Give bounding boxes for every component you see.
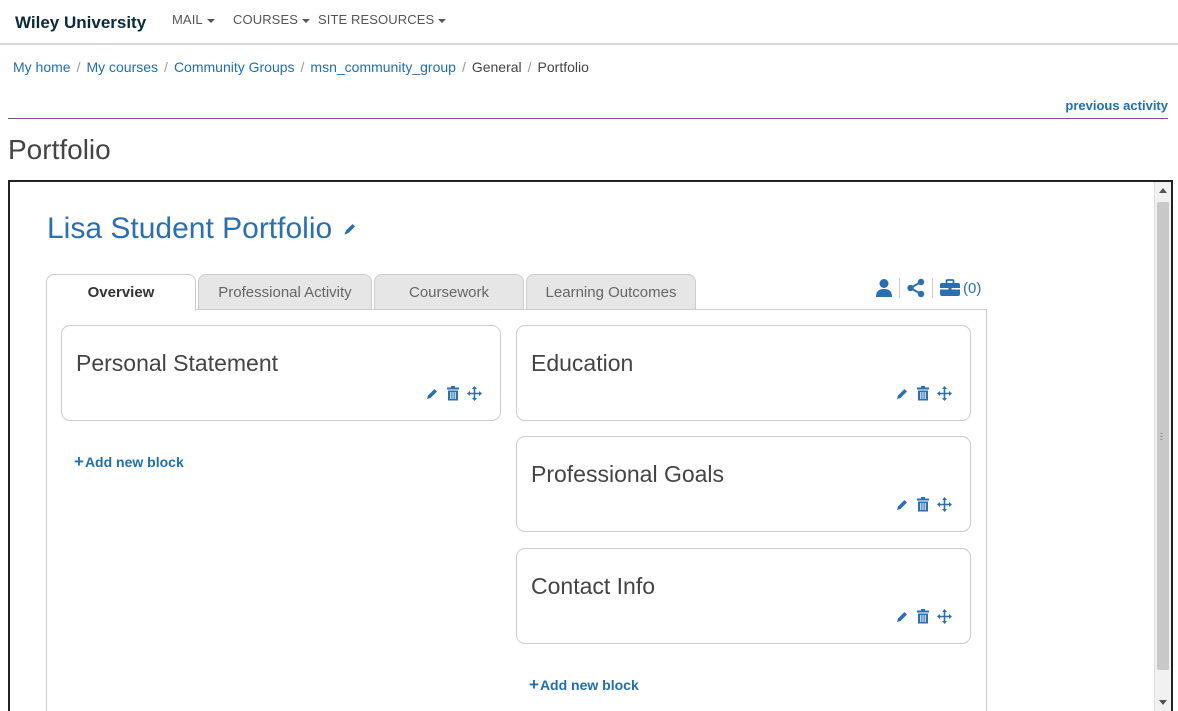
move-icon[interactable] [937, 609, 952, 624]
site-brand[interactable]: Wiley University [15, 13, 146, 33]
move-icon[interactable] [467, 386, 482, 401]
add-new-block-label: Add new block [539, 677, 639, 693]
block-actions [425, 386, 482, 401]
block-title: Contact Info [531, 573, 656, 599]
breadcrumb-separator: / [527, 59, 532, 75]
edit-pencil-icon[interactable] [425, 387, 439, 401]
toolbar-separator [899, 278, 900, 298]
portfolio-frame: Lisa Student Portfolio Overview Professi… [8, 180, 1173, 711]
caret-down-icon [438, 18, 447, 23]
block-actions [895, 386, 952, 401]
breadcrumb-community-groups[interactable]: Community Groups [174, 59, 295, 75]
tab-overview[interactable]: Overview [46, 274, 196, 311]
scroll-up-arrow-icon[interactable] [1159, 188, 1167, 193]
frame-scrollbar[interactable]: --- [1154, 182, 1171, 711]
block-actions [895, 609, 952, 624]
block-education: Education [516, 325, 971, 421]
add-new-block-left[interactable]: +Add new block [74, 452, 184, 472]
site-resources-menu-label: SITE RESOURCES [318, 12, 435, 27]
share-icon[interactable] [906, 278, 926, 298]
tab-learning-outcomes[interactable]: Learning Outcomes [526, 274, 696, 310]
edit-pencil-icon[interactable] [895, 610, 909, 624]
user-icon[interactable] [875, 278, 893, 298]
portfolio-toolbar: (0) [875, 276, 981, 300]
block-actions [895, 497, 952, 512]
toolbar-separator [932, 278, 933, 298]
breadcrumb-separator: / [76, 59, 81, 75]
courses-menu[interactable]: COURSES [233, 12, 310, 27]
trash-icon[interactable] [446, 386, 460, 401]
plus-icon: + [529, 675, 539, 694]
page-title: Portfolio [8, 134, 111, 165]
breadcrumb: My home / My courses / Community Groups / msn_… [13, 59, 589, 75]
plus-icon: + [74, 452, 84, 471]
add-new-block-label: Add new block [84, 454, 184, 470]
breadcrumb-msn-community-group[interactable]: msn_community_group [310, 59, 456, 75]
top-navbar: Wiley University MAIL COURSES SITE RESOU… [0, 0, 1178, 45]
site-resources-menu[interactable]: SITE RESOURCES [318, 12, 447, 27]
add-new-block-right[interactable]: +Add new block [529, 675, 639, 695]
block-personal-statement: Personal Statement [61, 325, 501, 421]
block-contact-info: Contact Info [516, 548, 971, 644]
breadcrumb-portfolio: Portfolio [537, 59, 589, 75]
trash-icon[interactable] [916, 609, 930, 624]
previous-activity-link[interactable]: previous activity [1065, 98, 1168, 113]
breadcrumb-general: General [471, 59, 522, 75]
courses-menu-label: COURSES [233, 12, 298, 27]
trash-icon[interactable] [916, 497, 930, 512]
breadcrumb-my-courses[interactable]: My courses [86, 59, 158, 75]
block-title: Education [531, 350, 634, 376]
scroll-down-arrow-icon[interactable] [1159, 700, 1167, 705]
block-title: Professional Goals [531, 461, 725, 487]
block-title: Personal Statement [76, 350, 279, 376]
block-professional-goals: Professional Goals [516, 436, 971, 532]
breadcrumb-my-home[interactable]: My home [13, 59, 71, 75]
breadcrumb-separator: / [461, 59, 466, 75]
edit-title-pencil-icon[interactable] [343, 222, 357, 236]
scroll-thumb[interactable]: --- [1157, 202, 1169, 670]
overview-panel: Personal Statement +Add new block Educat… [46, 309, 987, 711]
move-icon[interactable] [937, 497, 952, 512]
move-icon[interactable] [937, 386, 952, 401]
tab-coursework[interactable]: Coursework [374, 274, 524, 310]
portfolio-title: Lisa Student Portfolio [47, 212, 333, 245]
tab-professional-activity[interactable]: Professional Activity [198, 274, 372, 310]
caret-down-icon [206, 18, 215, 23]
grip-icon: --- [1160, 428, 1163, 444]
breadcrumb-separator: / [164, 59, 168, 75]
trash-icon[interactable] [916, 386, 930, 401]
mail-menu-label: MAIL [172, 12, 203, 27]
caret-down-icon [302, 18, 310, 23]
divider [8, 118, 1168, 119]
mail-menu[interactable]: MAIL [172, 12, 215, 27]
breadcrumb-separator: / [300, 59, 305, 75]
edit-pencil-icon[interactable] [895, 387, 909, 401]
briefcase-icon[interactable] [939, 279, 961, 297]
edit-pencil-icon[interactable] [895, 498, 909, 512]
collection-count[interactable]: (0) [963, 280, 981, 297]
